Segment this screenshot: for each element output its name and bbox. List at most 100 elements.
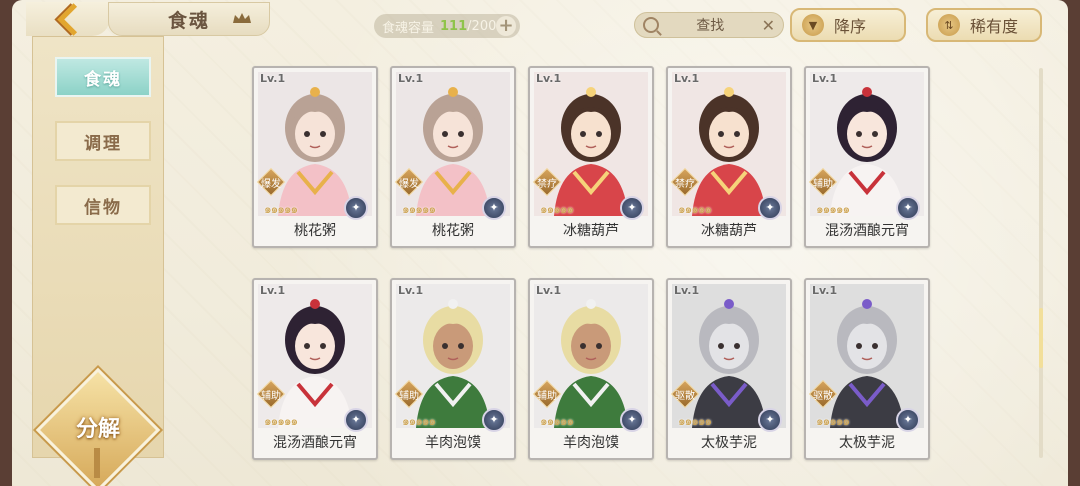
- character-portrait: [534, 284, 648, 428]
- sort-order-button[interactable]: ▼ 降序: [790, 8, 906, 42]
- star-rating: ๑๑๑๑๑: [402, 414, 436, 428]
- add-capacity-plus-icon[interactable]: +: [496, 16, 516, 36]
- page-title-tab: 食魂: [108, 2, 270, 36]
- role-label: 驱散: [675, 390, 695, 402]
- card-name: 冰糖葫芦: [701, 223, 757, 239]
- star-rating: ๑๑๑๑๑: [540, 414, 574, 428]
- sidebar-tab-food-soul[interactable]: 食魂: [55, 57, 151, 97]
- role-label: 禁疗: [537, 178, 557, 190]
- card-level: Lv.1: [260, 284, 286, 297]
- role-label: 爆发: [261, 178, 281, 190]
- sidebar-tab-label: 调理: [84, 133, 122, 154]
- card-name: 羊肉泡馍: [425, 435, 481, 451]
- rarity-emblem-icon: ✦: [482, 196, 506, 220]
- card-level: Lv.1: [812, 72, 838, 85]
- rarity-emblem-icon: ✦: [896, 408, 920, 432]
- star-rating: ๑๑๑๑๑: [816, 414, 850, 428]
- capacity-max: 200: [471, 18, 497, 34]
- role-badge: 辅助: [534, 384, 560, 404]
- role-badge: 辅助: [810, 172, 836, 192]
- role-badge: 驱散: [672, 384, 698, 404]
- role-badge: 爆发: [258, 172, 284, 192]
- clear-search-icon[interactable]: ✕: [762, 16, 775, 35]
- card-name: 桃花粥: [432, 223, 474, 239]
- character-portrait: [534, 72, 648, 216]
- search-icon: [643, 17, 659, 33]
- character-portrait: [258, 72, 372, 216]
- rarity-emblem-icon: ✦: [344, 408, 368, 432]
- rarity-emblem-icon: ✦: [344, 196, 368, 220]
- capacity-label: 食魂容量: [382, 20, 435, 36]
- back-arrow-icon: [56, 2, 90, 36]
- rarity-emblem-icon: ✦: [758, 408, 782, 432]
- card-level: Lv.1: [674, 72, 700, 85]
- sidebar-tab-label: 信物: [84, 197, 122, 218]
- role-label: 禁疗: [675, 178, 695, 190]
- rarity-emblem-icon: ✦: [620, 196, 644, 220]
- rarity-emblem-icon: ✦: [758, 196, 782, 220]
- food-soul-card[interactable]: Lv.1 辅助 ๑๑๑๑๑ ✦ 羊肉泡馍: [390, 278, 516, 460]
- character-portrait: [396, 284, 510, 428]
- food-soul-card[interactable]: Lv.1 禁疗 ๑๑๑๑๑ ✦ 冰糖葫芦: [666, 66, 792, 248]
- card-level: Lv.1: [398, 284, 424, 297]
- star-rating: ๑๑๑๑๑: [264, 202, 298, 216]
- card-name: 太极芋泥: [701, 435, 757, 451]
- swap-arrows-icon: ⇅: [938, 14, 960, 36]
- food-soul-card[interactable]: Lv.1 辅助 ๑๑๑๑๑ ✦ 混汤酒酿元宵: [252, 278, 378, 460]
- sidebar-tab-token[interactable]: 信物: [55, 185, 151, 225]
- sidebar-tab-label: 食魂: [84, 69, 122, 90]
- role-label: 驱散: [813, 390, 833, 402]
- card-name: 冰糖葫芦: [563, 223, 619, 239]
- sort-rarity-button[interactable]: ⇅ 稀有度: [926, 8, 1042, 42]
- character-portrait: [810, 284, 924, 428]
- role-label: 辅助: [537, 390, 557, 402]
- character-portrait: [810, 72, 924, 216]
- food-soul-card[interactable]: Lv.1 爆发 ๑๑๑๑๑ ✦ 桃花粥: [252, 66, 378, 248]
- back-button[interactable]: [26, 2, 110, 36]
- character-portrait: [672, 72, 786, 216]
- sort-rarity-label: 稀有度: [970, 17, 1019, 36]
- role-label: 爆发: [399, 178, 419, 190]
- card-level: Lv.1: [674, 284, 700, 297]
- role-badge: 禁疗: [534, 172, 560, 192]
- rarity-emblem-icon: ✦: [896, 196, 920, 220]
- food-soul-card[interactable]: Lv.1 禁疗 ๑๑๑๑๑ ✦ 冰糖葫芦: [528, 66, 654, 248]
- star-rating: ๑๑๑๑๑: [402, 202, 436, 216]
- search-input[interactable]: 查找 ✕: [634, 12, 784, 38]
- star-rating: ๑๑๑๑๑: [264, 414, 298, 428]
- role-label: 辅助: [399, 390, 419, 402]
- scrollbar-track[interactable]: [1039, 68, 1043, 458]
- card-level: Lv.1: [398, 72, 424, 85]
- card-level: Lv.1: [536, 72, 562, 85]
- search-label: 查找: [696, 18, 725, 34]
- card-name: 太极芋泥: [839, 435, 895, 451]
- role-label: 辅助: [261, 390, 281, 402]
- role-badge: 禁疗: [672, 172, 698, 192]
- card-level: Lv.1: [260, 72, 286, 85]
- soul-capacity: 食魂容量 111 / 200 +: [374, 14, 520, 38]
- food-soul-card[interactable]: Lv.1 驱散 ๑๑๑๑๑ ✦ 太极芋泥: [666, 278, 792, 460]
- crown-icon[interactable]: [231, 11, 253, 25]
- card-level: Lv.1: [536, 284, 562, 297]
- star-rating: ๑๑๑๑๑: [678, 414, 712, 428]
- page-title: 食魂: [167, 9, 210, 32]
- character-portrait: [258, 284, 372, 428]
- food-soul-card[interactable]: Lv.1 辅助 ๑๑๑๑๑ ✦ 混汤酒酿元宵: [804, 66, 930, 248]
- card-name: 混汤酒酿元宵: [825, 223, 909, 239]
- role-badge: 爆发: [396, 172, 422, 192]
- sort-order-label: 降序: [834, 17, 867, 36]
- rarity-emblem-icon: ✦: [620, 408, 644, 432]
- triangle-down-icon: ▼: [802, 14, 824, 36]
- role-label: 辅助: [813, 178, 833, 190]
- food-soul-card[interactable]: Lv.1 辅助 ๑๑๑๑๑ ✦ 羊肉泡馍: [528, 278, 654, 460]
- card-name: 桃花粥: [294, 223, 336, 239]
- food-soul-card[interactable]: Lv.1 驱散 ๑๑๑๑๑ ✦ 太极芋泥: [804, 278, 930, 460]
- star-rating: ๑๑๑๑๑: [816, 202, 850, 216]
- character-portrait: [396, 72, 510, 216]
- card-level: Lv.1: [812, 284, 838, 297]
- food-soul-card[interactable]: Lv.1 爆发 ๑๑๑๑๑ ✦ 桃花粥: [390, 66, 516, 248]
- capacity-current: 111: [440, 18, 468, 34]
- scrollbar-thumb[interactable]: [1039, 308, 1043, 368]
- role-badge: 辅助: [396, 384, 422, 404]
- sidebar-tab-conditioning[interactable]: 调理: [55, 121, 151, 161]
